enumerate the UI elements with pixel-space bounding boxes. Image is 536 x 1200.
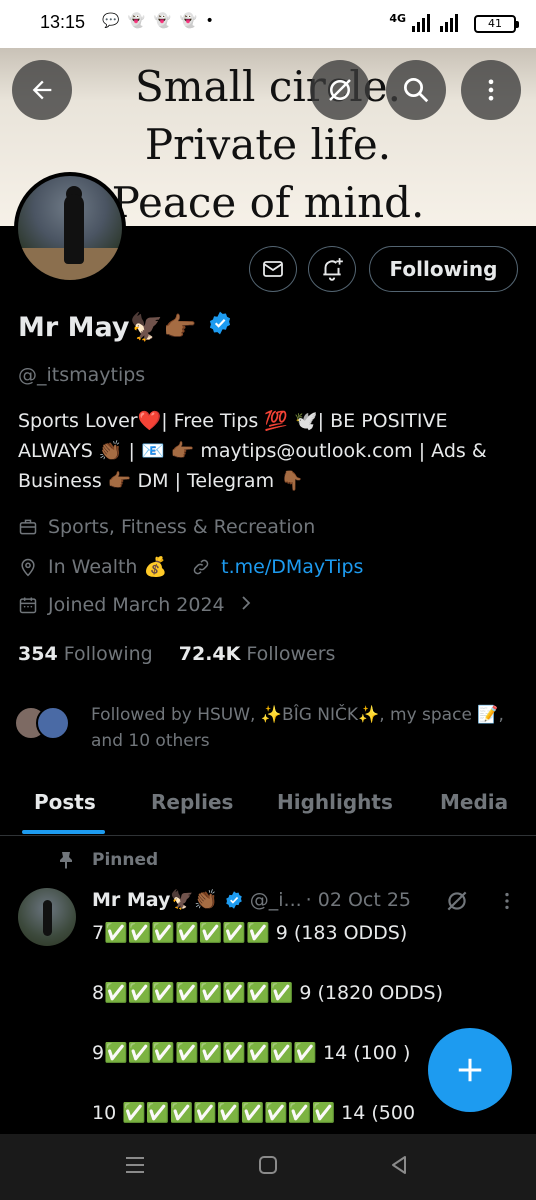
profile-name-row: Mr May🦅👉🏾 [18, 310, 233, 343]
search-button[interactable] [386, 60, 446, 120]
banner-line: Small circle. [134, 62, 402, 111]
location-pin-icon [18, 557, 40, 577]
menu-lines-icon [126, 1157, 144, 1173]
more-options-button[interactable] [461, 60, 521, 120]
post-author-name[interactable]: Mr May🦅👏🏾 [92, 888, 218, 911]
back-triangle-icon [392, 1156, 406, 1174]
followers-count: 72.4K [178, 643, 241, 665]
search-icon [404, 78, 429, 103]
followers-label: Followers [246, 643, 336, 665]
notification-icons: 💬 👻 👻 👻 • [102, 13, 216, 29]
link-icon [191, 557, 213, 577]
grok-icon [329, 79, 351, 101]
location-text: In Wealth 💰 [48, 556, 168, 578]
post-author-handle[interactable]: @_i... [250, 889, 302, 911]
profile-handle: @_itsmaytips [18, 364, 146, 386]
back-button[interactable] [12, 60, 72, 120]
tab-replies[interactable]: Replies [151, 790, 233, 814]
grok-icon[interactable] [444, 888, 470, 918]
system-back-button[interactable] [388, 1154, 410, 1180]
calendar-icon [18, 595, 40, 615]
briefcase-icon [18, 517, 40, 537]
arrow-left-icon [32, 80, 52, 100]
active-tab-indicator [22, 830, 105, 834]
network-type: 4G [389, 12, 406, 25]
status-time: 13:15 [40, 12, 86, 32]
post-date[interactable]: · 02 Oct 25 [306, 889, 411, 911]
home-button[interactable] [257, 1154, 279, 1180]
pinned-label: Pinned [92, 850, 159, 870]
more-vertical-icon [488, 79, 494, 101]
pin-icon [58, 851, 92, 869]
profile-name: Mr May🦅👉🏾 [18, 311, 197, 343]
post-more-icon[interactable] [498, 890, 516, 916]
followed-by-avatars[interactable] [14, 706, 74, 746]
joined-row[interactable]: Joined March 2024 [18, 594, 253, 616]
message-button[interactable] [249, 246, 297, 292]
plus-icon [458, 1058, 482, 1082]
location-row: In Wealth 💰 t.me/DMayTips [18, 555, 363, 578]
following-button[interactable]: Following [369, 246, 518, 292]
following-count-link[interactable]: 354 Following [18, 643, 153, 665]
post-header: Mr May🦅👏🏾 @_i... · 02 Oct 25 [92, 888, 411, 912]
tab-media[interactable]: Media [440, 790, 508, 814]
envelope-icon [263, 261, 283, 277]
category-text: Sports, Fitness & Recreation [48, 516, 316, 538]
profile-bio: Sports Lover❤️| Free Tips 💯 🕊️| BE POSIT… [18, 410, 487, 492]
chevron-right-icon [239, 594, 253, 616]
avatar [36, 706, 70, 740]
verified-badge-icon [207, 310, 233, 343]
followers-count-link[interactable]: 72.4K Followers [179, 643, 336, 665]
tab-highlights[interactable]: Highlights [277, 790, 393, 814]
banner-line: Private life. [144, 120, 392, 169]
profile-tabs: Posts Replies Highlights Media [0, 776, 536, 836]
recent-apps-button[interactable] [124, 1154, 146, 1180]
post-author-avatar[interactable] [18, 888, 76, 946]
system-nav-bar [0, 1134, 536, 1200]
signal-icon [412, 12, 464, 38]
compose-button[interactable] [428, 1028, 512, 1112]
category-row: Sports, Fitness & Recreation [18, 516, 315, 538]
profile-link[interactable]: t.me/DMayTips [221, 556, 363, 578]
profile-avatar[interactable] [14, 172, 126, 284]
following-count: 354 [18, 643, 58, 665]
follow-counts: 354 Following 72.4K Followers [18, 643, 335, 665]
status-bar: 13:15 💬 👻 👻 👻 • 4G 41 [0, 0, 536, 48]
grok-button[interactable] [310, 60, 370, 120]
verified-badge-icon [224, 890, 244, 910]
following-label: Following [63, 643, 153, 665]
battery-icon: 41 [474, 15, 519, 33]
pinned-label-row: Pinned [58, 850, 158, 870]
bell-plus-icon [323, 258, 343, 281]
joined-text: Joined March 2024 [48, 594, 225, 616]
tab-posts[interactable]: Posts [34, 790, 96, 814]
notify-button[interactable] [308, 246, 356, 292]
home-square-icon [259, 1156, 277, 1174]
followed-by-text[interactable]: Followed by HSUW, ✨BÎG NIČK✨, my space 📝… [91, 702, 511, 754]
